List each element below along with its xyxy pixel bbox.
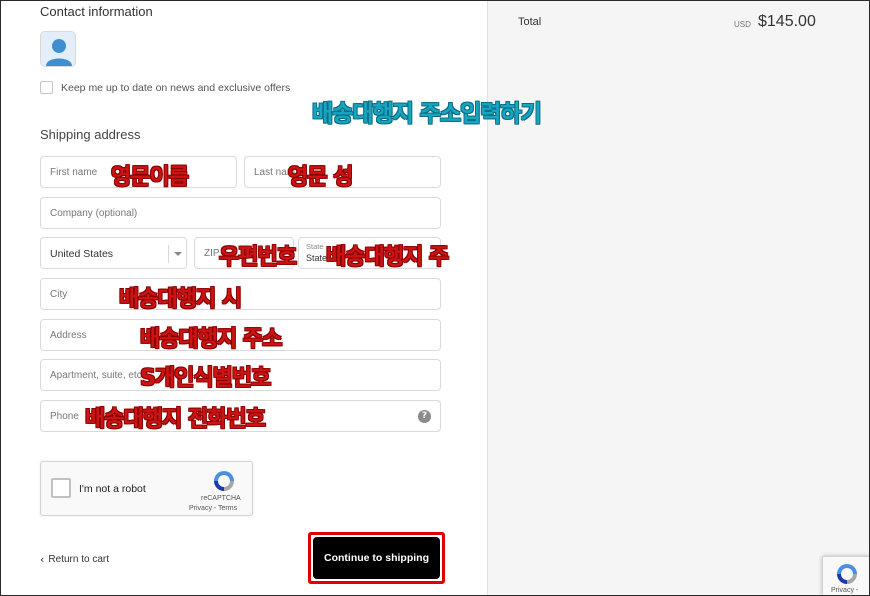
screenshot-border <box>0 0 870 596</box>
